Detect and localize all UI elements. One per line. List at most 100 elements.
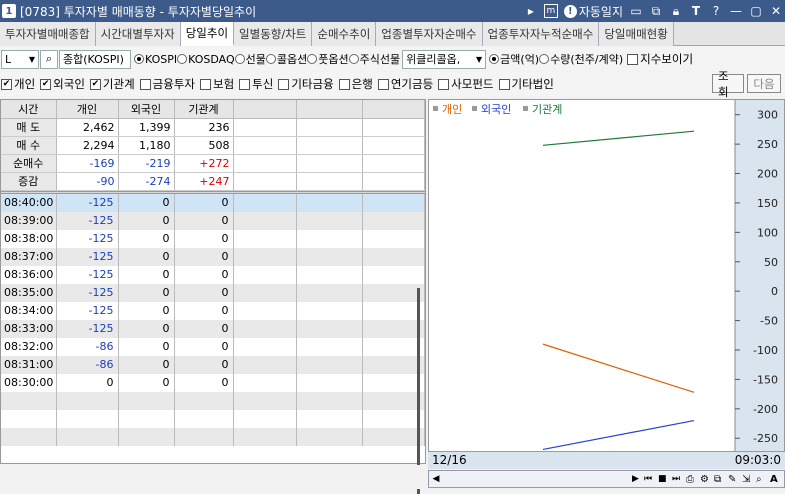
table-row[interactable] [1, 391, 425, 410]
check-icon: ✔ [40, 78, 52, 90]
index-select[interactable]: 종합(KOSPI) [59, 49, 131, 69]
search-button[interactable]: ⌕ [40, 49, 58, 69]
market-radio-4[interactable]: 풋옵션 [307, 51, 349, 67]
time-cell: 08:31:00 [1, 355, 57, 374]
y-tick-label: 200 [757, 168, 778, 181]
value-cell: -125 [56, 319, 119, 338]
filter-checkbox-5[interactable]: 투신 [239, 76, 273, 92]
table-row[interactable] [1, 427, 425, 446]
table-row[interactable]: 08:36:00 -125 0 0 [1, 265, 425, 284]
filter-checkbox-7[interactable]: 은행 [338, 76, 373, 92]
draw-icon[interactable]: ✎ [728, 474, 742, 485]
table-row[interactable] [1, 409, 425, 428]
filter-checkbox-4[interactable]: 보험 [200, 76, 234, 92]
stop-icon[interactable]: ■ [658, 474, 672, 484]
table-row[interactable]: 08:35:00 -125 0 0 [1, 283, 425, 302]
copy-icon[interactable]: ⧉ [714, 474, 728, 485]
close-icon[interactable]: ✕ [769, 4, 783, 18]
last-icon[interactable]: ⏭ [672, 474, 686, 484]
legend-label: 외국인 [481, 103, 511, 116]
tab-6[interactable]: 업종투자자누적순매수 [482, 22, 600, 46]
scroll-thumb[interactable] [417, 288, 420, 494]
first-icon[interactable]: ⏮ [644, 474, 658, 484]
y-tick-label: 50 [764, 256, 778, 269]
column-header[interactable]: 개인 [56, 100, 119, 119]
zoom-icon[interactable]: ⌕ [756, 474, 770, 485]
export-icon[interactable]: ⇲ [742, 474, 756, 485]
settings-icon[interactable]: ⚙ [700, 474, 714, 485]
legend-label: 개인 [442, 103, 462, 116]
print-icon[interactable]: ⎙ [686, 474, 700, 485]
series-line-0 [542, 343, 695, 393]
font-icon[interactable]: T [689, 4, 703, 18]
filter-checkbox-2[interactable]: ✔ 기관계 [89, 76, 135, 92]
investor-filter-bar: ✔ 개인 ✔ 외국인 ✔ 기관계 금융투자 보험 투신 기타금융 은행 연기금등 사모펀드 기타법인 조회… [0, 69, 785, 99]
column-header[interactable]: 시간 [1, 100, 57, 119]
window-copy-icon[interactable]: ⧉ [649, 4, 663, 18]
filter-checkbox-3[interactable]: 금융투자 [139, 76, 195, 92]
series-line-2 [542, 130, 695, 146]
table-row[interactable]: 08:31:00 -86 0 0 [1, 355, 425, 374]
filter-checkbox-6[interactable]: 기타금융 [278, 76, 334, 92]
column-header[interactable]: 기관계 [174, 100, 234, 119]
scroll-left-icon[interactable]: ◀ [429, 474, 443, 484]
tab-7[interactable]: 당일매매현황 [599, 22, 674, 46]
unit-radio-1[interactable]: 수량(천주/계약) [539, 51, 623, 67]
market-code-select[interactable]: L ▼ [1, 49, 39, 69]
summary-row: 매 도 2,462 1,399 236 [1, 118, 425, 137]
table-row[interactable]: 08:39:00 -125 0 0 [1, 211, 425, 230]
column-header-empty [296, 100, 363, 119]
tab-4[interactable]: 순매수추이 [312, 22, 377, 46]
table-row[interactable]: 08:40:00 -125 0 0 [1, 193, 425, 212]
grid-scrollbar[interactable] [413, 200, 423, 494]
tab-5[interactable]: 업종별투자자순매수 [376, 22, 483, 46]
tab-1[interactable]: 시간대별투자자 [95, 22, 181, 46]
maximize-icon[interactable]: ▢ [749, 4, 763, 18]
arrow-right-icon[interactable]: ▸ [524, 4, 538, 18]
value-cell: 0 [174, 337, 234, 356]
help-icon[interactable]: ? [709, 4, 723, 18]
chevron-down-icon: ▼ [28, 54, 35, 64]
text-icon[interactable]: A [770, 474, 784, 485]
market-radio-2[interactable]: 선물 [234, 51, 266, 67]
value-cell: 0 [118, 211, 175, 230]
time-cell: 08:39:00 [1, 211, 57, 230]
market-radio-3[interactable]: 콜옵션 [265, 51, 307, 67]
table-row[interactable]: 08:38:00 -125 0 0 [1, 229, 425, 248]
table-row[interactable]: 08:33:00 -125 0 0 [1, 319, 425, 338]
value-cell: -86 [56, 355, 119, 374]
chart-plot: 300 250 200 150 100 50 0 -50 -100 -150 -200 -250 개인 외… [433, 100, 784, 452]
weekly-option-select[interactable]: 위클리콜옵, ▼ [402, 49, 487, 69]
unit-radio-0[interactable]: 금액(억) [489, 51, 539, 67]
tab-0[interactable]: 투자자별매매종합 [0, 22, 96, 46]
table-row[interactable]: 08:34:00 -125 0 0 [1, 301, 425, 320]
chart-date-label: 12/16 [432, 453, 467, 467]
filter-checkbox-8[interactable]: 연기금등 [377, 76, 433, 92]
time-cell: 08:37:00 [1, 247, 57, 266]
minimize-icon[interactable]: — [729, 4, 743, 18]
filter-checkbox-0[interactable]: ✔ 개인 [1, 76, 35, 92]
market-radio-5[interactable]: 주식선물 [348, 51, 400, 67]
table-row[interactable]: 08:32:00 -86 0 0 [1, 337, 425, 356]
auto-journal-button[interactable]: ! 자동일지 [563, 3, 623, 20]
market-radio-0[interactable]: KOSPI [134, 53, 177, 66]
next-button[interactable]: 다음 [747, 74, 781, 93]
query-button[interactable]: 조회 [712, 69, 744, 99]
filter-checkbox-10[interactable]: 기타법인 [498, 76, 554, 92]
memo-icon[interactable]: m [543, 4, 558, 18]
value-cell: 0 [174, 247, 234, 266]
filter-checkbox-9[interactable]: 사모펀드 [438, 76, 494, 92]
market-radio-1[interactable]: KOSDAQ [177, 53, 235, 66]
lock-icon[interactable]: 🔒︎ [669, 4, 683, 18]
checkbox-box [239, 78, 251, 90]
value-cell: 0 [118, 373, 175, 392]
table-row[interactable]: 08:30:00 0 0 0 [1, 373, 425, 392]
index-show-checkbox[interactable]: 지수보이기 [627, 51, 693, 67]
tab-3[interactable]: 일별동향/차트 [234, 22, 313, 46]
column-header[interactable]: 외국인 [118, 100, 175, 119]
scroll-right-icon[interactable]: ▶ [632, 474, 644, 484]
tab-2[interactable]: 당일추이 [180, 22, 235, 46]
table-row[interactable]: 08:37:00 -125 0 0 [1, 247, 425, 266]
filter-checkbox-1[interactable]: ✔ 외국인 [40, 76, 85, 92]
layout-icon[interactable]: ▭ [629, 4, 643, 18]
